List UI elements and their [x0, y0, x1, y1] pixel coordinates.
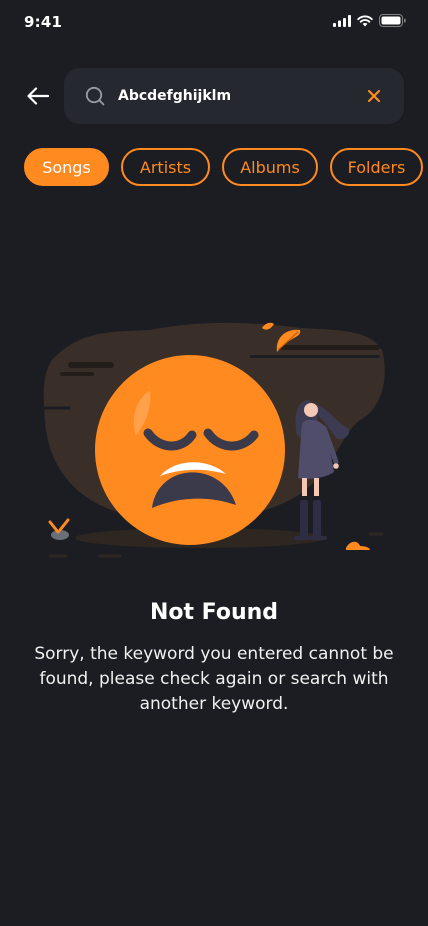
search-not-found-screen: 9:41 Abcdefghijklm Songs Artists Albums … — [0, 0, 428, 926]
empty-state-title: Not Found — [149, 600, 279, 625]
search-box[interactable] — [64, 68, 404, 124]
clear-search-button[interactable] — [362, 84, 386, 108]
sad-face-icon — [95, 355, 285, 545]
battery-icon — [379, 14, 406, 27]
chip-folders[interactable]: Folders — [330, 148, 423, 186]
back-arrow-icon — [27, 87, 49, 105]
close-icon — [367, 89, 381, 103]
wifi-icon — [357, 15, 373, 26]
chip-songs[interactable]: Songs — [24, 148, 109, 186]
chip-artists[interactable]: Artists — [121, 148, 210, 186]
chip-albums[interactable]: Albums — [222, 148, 318, 186]
signal-icon — [333, 14, 351, 27]
status-bar: 9:41 — [0, 0, 428, 44]
back-button[interactable] — [22, 82, 54, 110]
status-icons — [333, 14, 406, 27]
filter-chips: Songs Artists Albums Folders — [24, 148, 423, 186]
status-time: 9:41 — [24, 13, 63, 31]
search-icon — [84, 85, 106, 107]
not-found-illustration — [40, 320, 388, 558]
empty-state-message: Sorry, the keyword you entered cannot be… — [34, 644, 394, 714]
search-input[interactable] — [118, 88, 362, 104]
